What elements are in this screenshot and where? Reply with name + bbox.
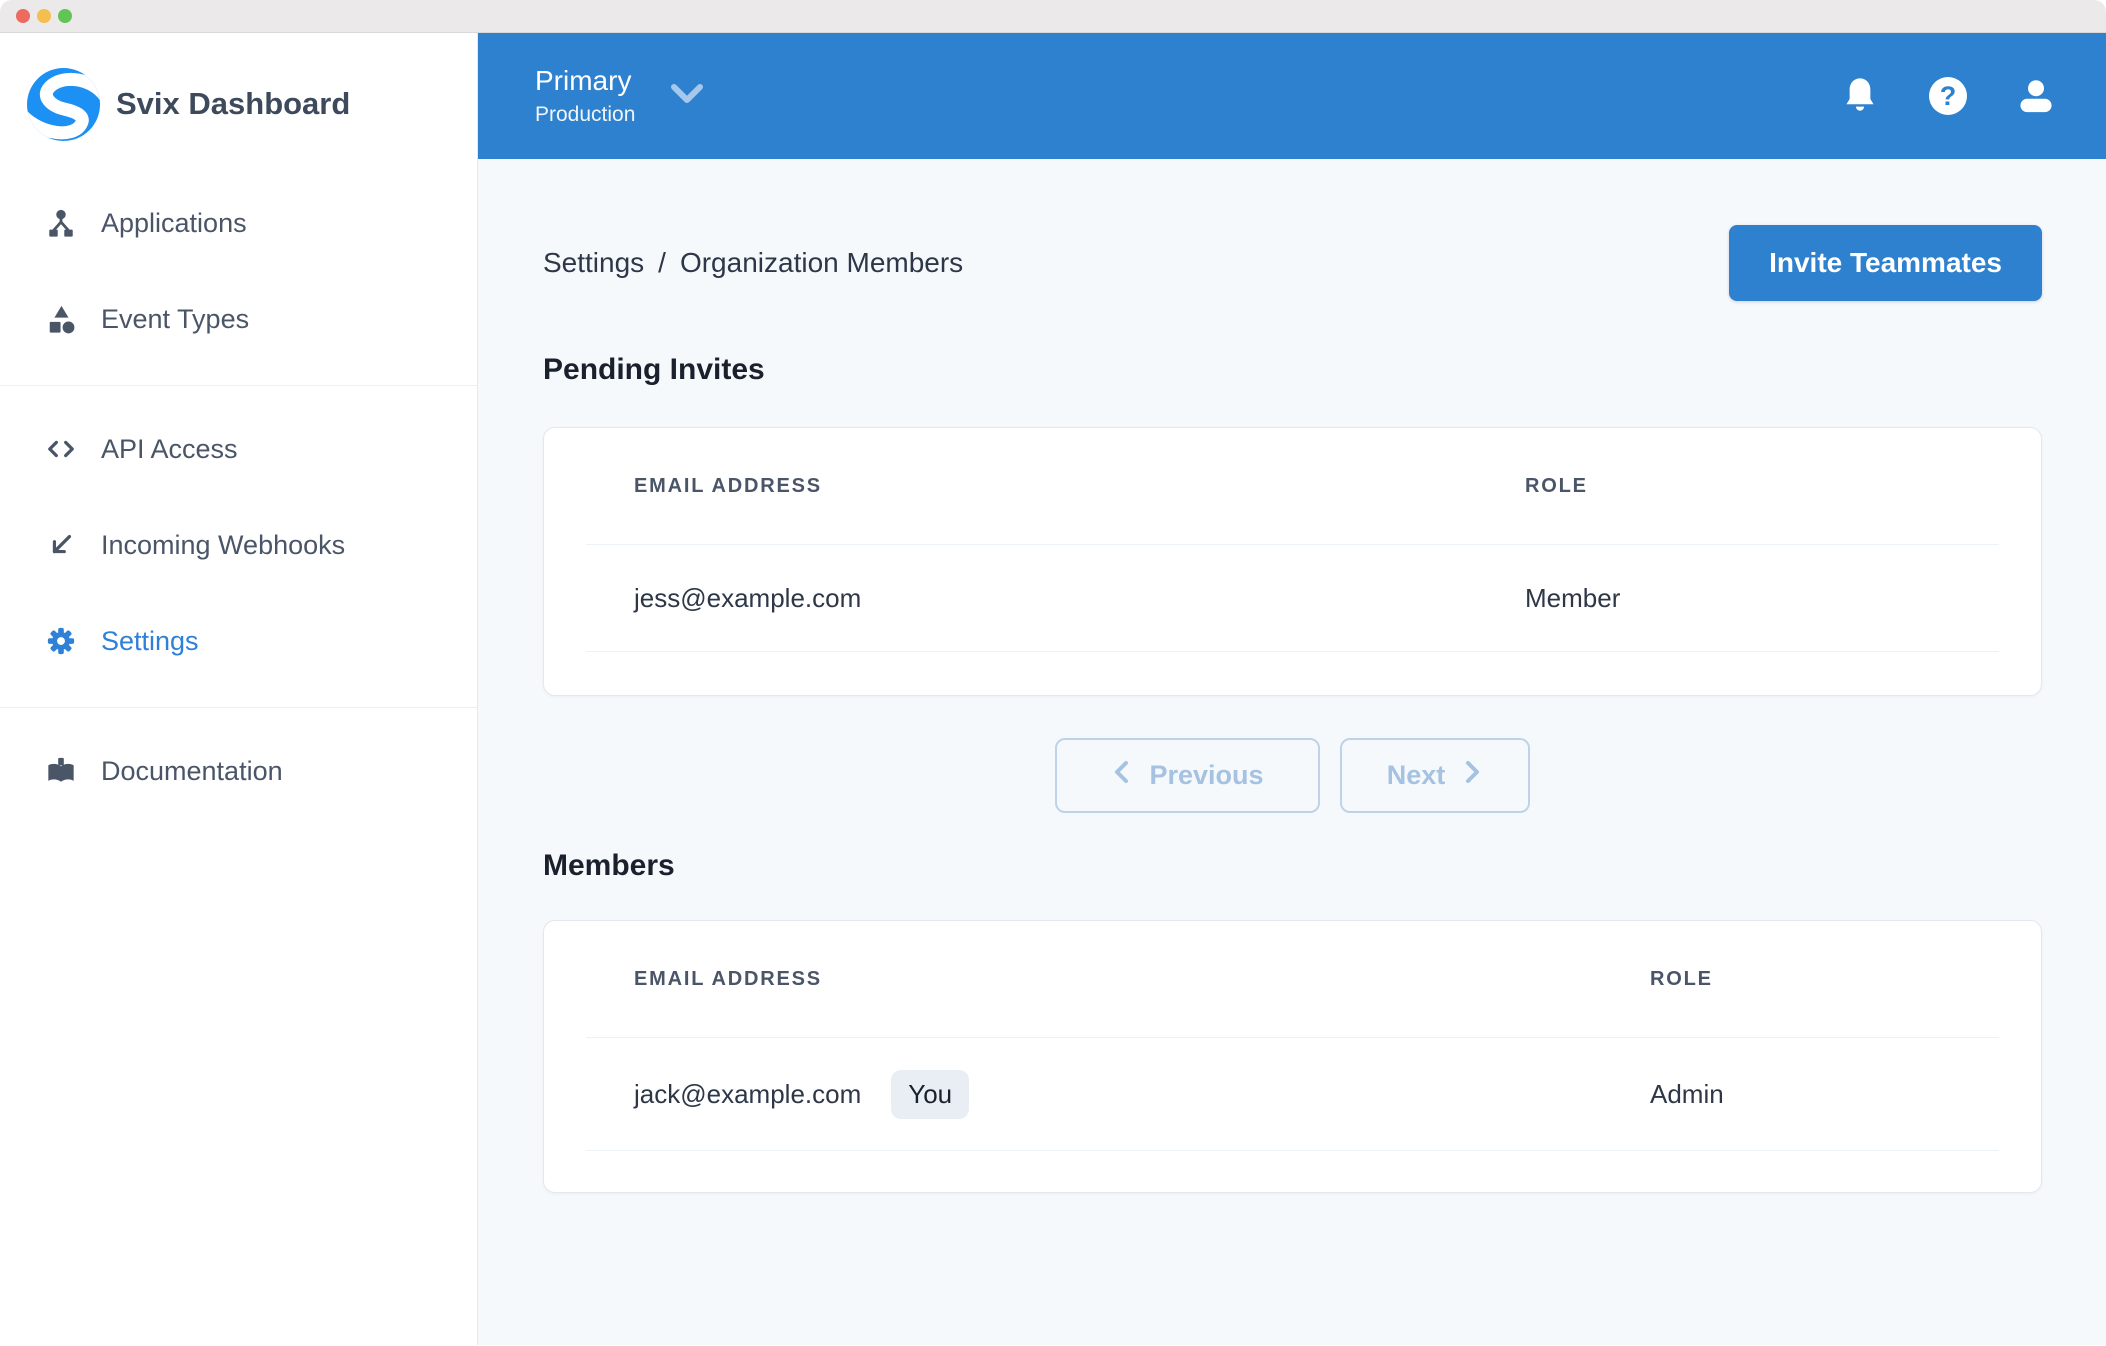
sidebar-item-event-types[interactable]: Event Types [0, 271, 477, 367]
nav-group-3: Documentation [0, 707, 477, 837]
sidebar-item-label: Applications [101, 208, 247, 239]
sidebar: Svix Dashboard Applications [0, 33, 478, 1345]
role-column-header: ROLE [1525, 475, 2041, 498]
breadcrumb: Settings / Organization Members [543, 247, 963, 279]
bell-icon [1841, 76, 1879, 116]
member-email: jack@example.com [634, 1079, 861, 1110]
incoming-webhooks-icon [45, 529, 77, 561]
email-cell: jack@example.com You [544, 1070, 1650, 1119]
chevron-left-icon [1111, 758, 1131, 793]
environment-labels: Primary Production [535, 65, 635, 126]
user-icon [2016, 76, 2056, 116]
notifications-button[interactable] [1838, 74, 1882, 118]
environment-switcher[interactable]: Primary Production [535, 65, 705, 126]
help-icon: ? [1927, 75, 1969, 117]
account-button[interactable] [2014, 74, 2058, 118]
members-title: Members [543, 849, 2042, 883]
zoom-button[interactable] [58, 9, 72, 23]
environment-mode: Production [535, 103, 635, 127]
event-types-icon [45, 303, 77, 335]
pending-invites-table: EMAIL ADDRESS ROLE jess@example.com Memb… [543, 427, 2042, 696]
previous-page-button[interactable]: Previous [1055, 738, 1320, 813]
next-page-button[interactable]: Next [1340, 738, 1530, 813]
table-row: jack@example.com You Admin [544, 1038, 2041, 1150]
email-cell: jess@example.com [544, 583, 1525, 614]
pending-invites-title: Pending Invites [543, 353, 2042, 387]
email-address-column-header: EMAIL ADDRESS [544, 475, 1525, 498]
table-row: jess@example.com Member [544, 545, 2041, 651]
breadcrumb-settings[interactable]: Settings [543, 247, 644, 279]
breadcrumb-current-page: Organization Members [680, 247, 963, 279]
minimize-button[interactable] [37, 9, 51, 23]
sidebar-item-label: Settings [101, 626, 199, 657]
app-window: Svix Dashboard Applications [0, 0, 2106, 1346]
page-content: Settings / Organization Members Invite T… [478, 159, 2106, 1345]
svg-text:?: ? [1940, 81, 1957, 111]
sidebar-nav: Applications Event Types [0, 175, 477, 837]
next-label: Next [1387, 760, 1446, 791]
role-cell: Member [1525, 583, 2041, 614]
sidebar-item-label: Event Types [101, 304, 249, 335]
topbar: Primary Production [478, 33, 2106, 159]
nav-group-1: Applications Event Types [0, 175, 477, 385]
sidebar-item-incoming-webhooks[interactable]: Incoming Webhooks [0, 497, 477, 593]
role-cell: Admin [1650, 1079, 2041, 1110]
table-header-row: EMAIL ADDRESS ROLE [544, 921, 2041, 1037]
api-access-icon [45, 433, 77, 465]
svix-logo-icon [27, 68, 100, 141]
role-column-header: ROLE [1650, 968, 2041, 991]
applications-icon [45, 207, 77, 239]
sidebar-item-label: API Access [101, 434, 238, 465]
sidebar-item-label: Incoming Webhooks [101, 530, 345, 561]
sidebar-item-label: Documentation [101, 756, 283, 787]
sidebar-item-settings[interactable]: Settings [0, 593, 477, 689]
brand: Svix Dashboard [0, 33, 477, 175]
window-titlebar [0, 0, 2106, 33]
you-badge: You [891, 1070, 969, 1119]
topbar-icons: ? [1838, 74, 2058, 118]
chevron-down-icon [669, 82, 705, 111]
members-table: EMAIL ADDRESS ROLE jack@example.com You … [543, 920, 2042, 1193]
table-header-row: EMAIL ADDRESS ROLE [544, 428, 2041, 544]
settings-icon [45, 625, 77, 657]
chevron-right-icon [1463, 758, 1483, 793]
sidebar-item-documentation[interactable]: Documentation [0, 723, 477, 819]
app-title: Svix Dashboard [116, 86, 350, 122]
breadcrumb-separator: / [658, 247, 666, 279]
email-address-column-header: EMAIL ADDRESS [544, 968, 1650, 991]
invite-teammates-button[interactable]: Invite Teammates [1729, 225, 2042, 301]
pagination: Previous Next [543, 738, 2042, 813]
sidebar-item-applications[interactable]: Applications [0, 175, 477, 271]
previous-label: Previous [1149, 760, 1263, 791]
documentation-icon [45, 755, 77, 787]
sidebar-item-api-access[interactable]: API Access [0, 401, 477, 497]
close-button[interactable] [16, 9, 30, 23]
nav-group-2: API Access Incoming Webhooks [0, 385, 477, 707]
help-button[interactable]: ? [1926, 74, 1970, 118]
environment-name: Primary [535, 65, 635, 97]
